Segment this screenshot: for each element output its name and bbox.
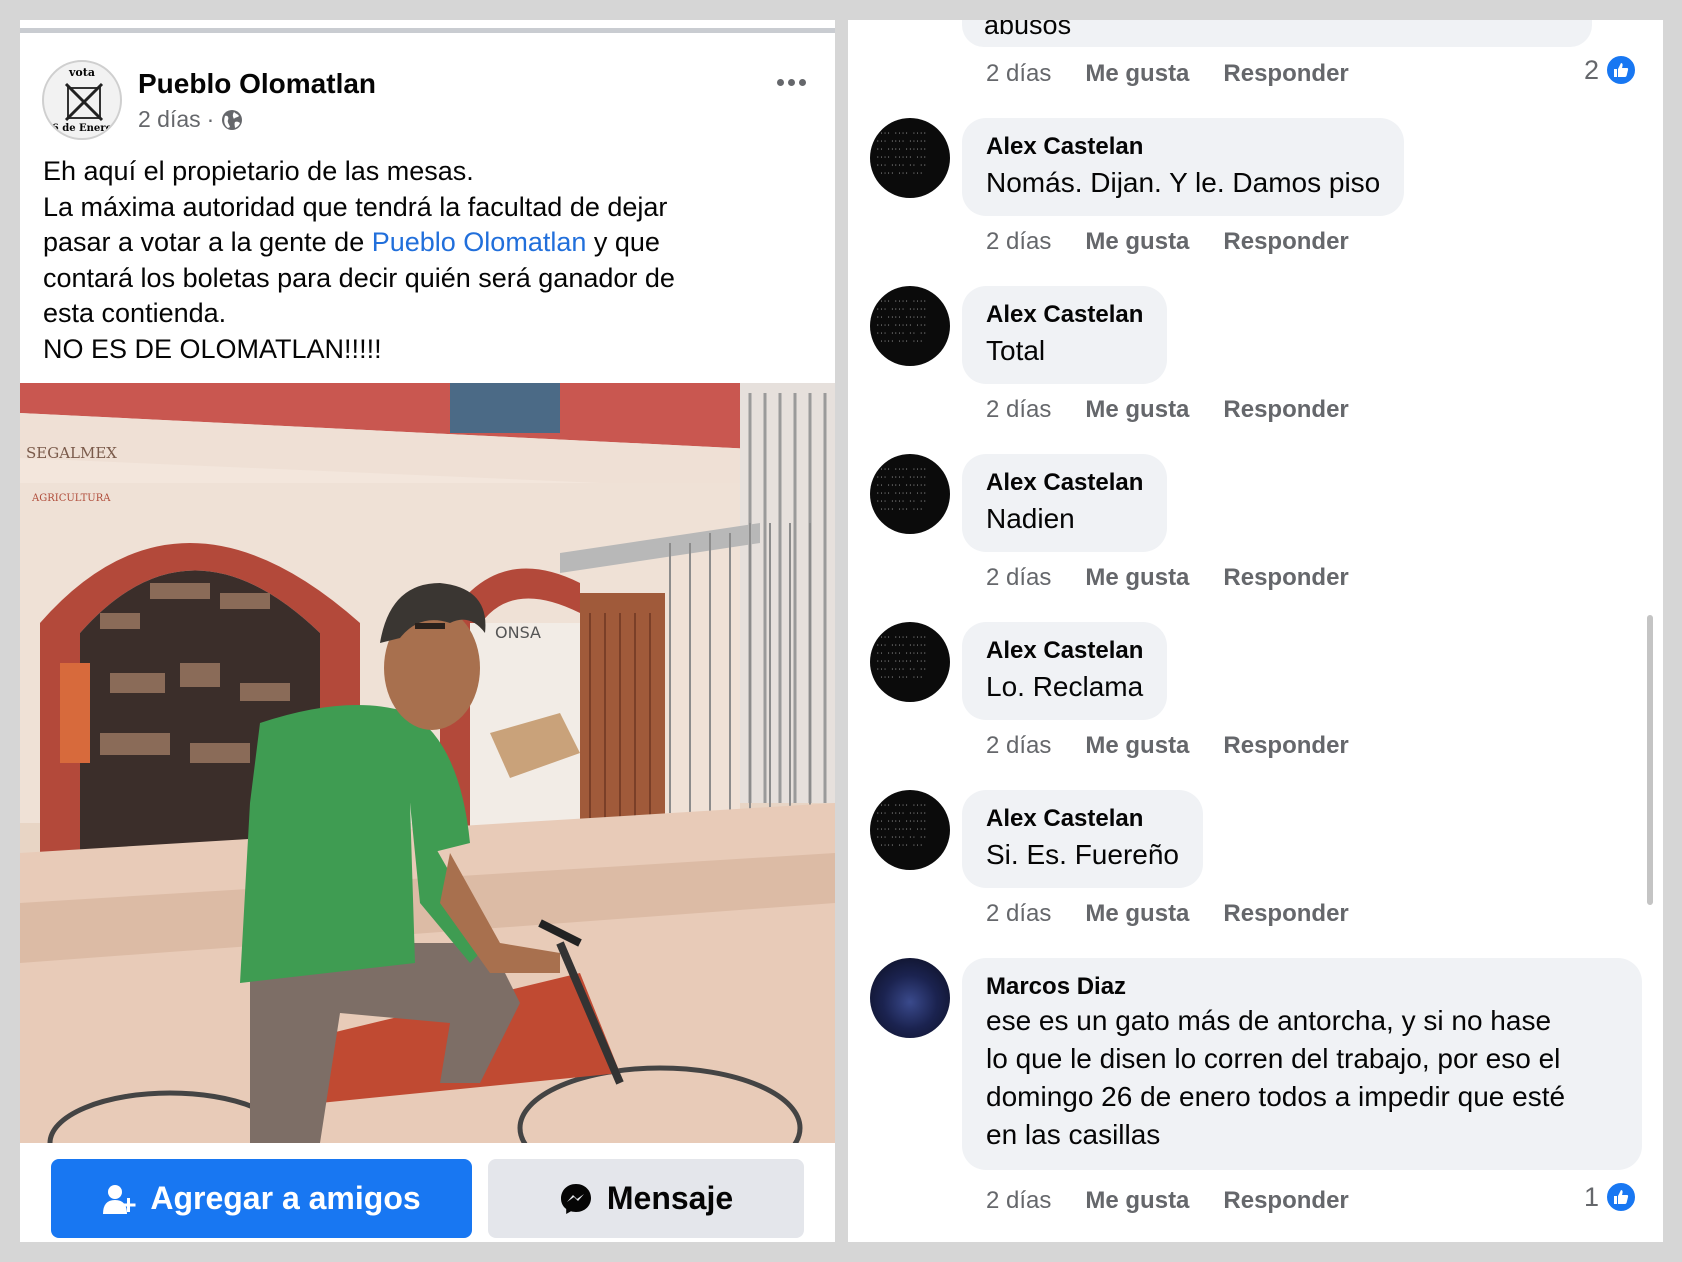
comment-time[interactable]: 2 días	[986, 1187, 1051, 1215]
comment-actions: 2 días Me gusta Responder	[986, 564, 1349, 592]
post-card: vota 6 de Enero Pueblo Olomatlan 2 días …	[20, 20, 835, 1242]
comment-text-line: ese es un gato más de antorcha, y si no …	[986, 1005, 1552, 1036]
comment-time[interactable]: 2 días	[986, 732, 1051, 760]
comment-text-line: en las casillas	[986, 1119, 1161, 1150]
post-text-line: contará los boletas para decir quién ser…	[43, 262, 675, 293]
comment-text: Total	[986, 335, 1046, 366]
comment-text: Lo. Reclama	[986, 671, 1144, 702]
like-comment-button[interactable]: Me gusta	[1085, 1187, 1189, 1215]
commenter-avatar[interactable]: ···· ···· ···· ··· ···· ····· ·· ···· ··…	[870, 118, 950, 198]
post-photo[interactable]: SEGALMEX AGRICULTURA ONSA	[20, 383, 835, 1143]
comment-time[interactable]: 2 días	[986, 900, 1051, 928]
page-avatar[interactable]: vota 6 de Enero	[42, 60, 122, 140]
comment-bubble: Alex Castelan Nadien	[962, 454, 1168, 552]
comment-text-partial: abusos	[984, 20, 1072, 40]
photo-sign-3: ONSA	[495, 623, 541, 642]
reply-comment-button[interactable]: Responder	[1223, 564, 1348, 592]
post-text-line: NO ES DE OLOMATLAN!!!!!	[43, 333, 382, 364]
comment-text: Si. Es. Fuereño	[986, 839, 1179, 870]
post-text-line: pasar a votar a la gente de Pueblo Oloma…	[43, 225, 823, 261]
photo-sign-1: SEGALMEX	[26, 444, 117, 462]
comment-actions: 2 días Me gusta Responder	[986, 228, 1349, 256]
message-label: Mensaje	[606, 1180, 734, 1216]
avatar-logo-text-bottom: 6 de Enero	[51, 123, 113, 134]
comment-bubble: Alex Castelan Nomás. Dijan. Y le. Damos …	[962, 118, 1405, 216]
thumbs-up-icon	[1605, 1181, 1637, 1213]
comment-author[interactable]: Marcos Diaz	[986, 972, 1618, 1002]
add-friend-button[interactable]: Agregar a amigos	[51, 1159, 472, 1238]
page-name[interactable]: Pueblo Olomatlan	[138, 68, 376, 100]
add-person-icon	[103, 1184, 136, 1214]
comment-text-line: domingo 26 de enero todos a impedir que …	[986, 1081, 1566, 1112]
comment-text: ese es un gato más de antorcha, y si no …	[986, 1002, 1618, 1154]
like-comment-button[interactable]: Me gusta	[1085, 396, 1189, 424]
post-text-fragment: y que	[586, 227, 660, 258]
comment-author[interactable]: Alex Castelan	[986, 300, 1143, 330]
post-time[interactable]: 2 días	[138, 106, 201, 133]
comment-reactions[interactable]: 1	[1584, 1181, 1637, 1213]
comment-actions: 2 días Me gusta Responder	[986, 900, 1349, 928]
comment-bubble: Alex Castelan Si. Es. Fuereño	[962, 790, 1203, 888]
ballot-cross-icon	[64, 82, 104, 122]
comment-author[interactable]: Alex Castelan	[986, 804, 1179, 834]
comment-author[interactable]: Alex Castelan	[986, 132, 1380, 162]
page-mention-link[interactable]: Pueblo Olomatlan	[372, 227, 587, 257]
thumbs-up-icon	[1605, 54, 1637, 86]
comment-actions: 2 días Me gusta Responder	[986, 396, 1349, 424]
comment-bubble: Alex Castelan Lo. Reclama	[962, 622, 1168, 720]
commenter-avatar[interactable]: ···· ···· ···· ··· ···· ····· ·· ···· ··…	[870, 454, 950, 534]
like-comment-button[interactable]: Me gusta	[1085, 732, 1189, 760]
comment-actions: 2 días Me gusta Responder	[986, 60, 1349, 88]
meta-separator: ·	[206, 106, 215, 132]
reply-comment-button[interactable]: Responder	[1223, 900, 1348, 928]
commenter-avatar[interactable]: ···· ···· ···· ··· ···· ····· ·· ···· ··…	[870, 286, 950, 366]
messenger-icon	[560, 1183, 591, 1214]
comment-actions: 2 días Me gusta Responder	[986, 1187, 1349, 1215]
avatar-logo-text-top: vota	[69, 66, 95, 79]
post-text-line: esta contienda.	[43, 298, 227, 329]
reaction-count: 2	[1583, 54, 1599, 85]
comment-text: Nomás. Dijan. Y le. Damos piso	[986, 167, 1381, 198]
comment-bubble: Marcos Diaz ese es un gato más de antorc…	[962, 958, 1642, 1170]
comment-author[interactable]: Alex Castelan	[986, 636, 1143, 666]
comment-reactions[interactable]: 2	[1584, 54, 1637, 86]
post-text: Eh aquí el propietario de las mesas. La …	[43, 154, 823, 368]
reply-comment-button[interactable]: Responder	[1223, 1187, 1348, 1215]
comment-time[interactable]: 2 días	[986, 396, 1051, 424]
comment-text: Nadien	[986, 503, 1075, 534]
top-divider	[20, 28, 835, 33]
comment-text-line: lo que le disen lo corren del trabajo, p…	[986, 1043, 1561, 1074]
post-meta: 2 días ·	[138, 106, 244, 133]
commenter-avatar[interactable]	[870, 958, 950, 1038]
reply-comment-button[interactable]: Responder	[1223, 396, 1348, 424]
globe-icon[interactable]	[220, 108, 244, 132]
post-text-fragment: pasar a votar a la gente de	[43, 227, 372, 258]
comment-author[interactable]: Alex Castelan	[986, 468, 1143, 498]
comment-bubble: Alex Castelan Total	[962, 286, 1168, 384]
photo-illustration: SEGALMEX AGRICULTURA ONSA	[20, 383, 835, 1143]
commenter-avatar[interactable]: ···· ···· ···· ··· ···· ····· ·· ···· ··…	[870, 790, 950, 870]
reply-comment-button[interactable]: Responder	[1223, 732, 1348, 760]
post-text-line: La máxima autoridad que tendrá la facult…	[43, 191, 668, 222]
comment-time[interactable]: 2 días	[986, 564, 1051, 592]
add-friend-label: Agregar a amigos	[150, 1180, 421, 1216]
comment-time[interactable]: 2 días	[986, 228, 1051, 256]
comment-time[interactable]: 2 días	[986, 60, 1051, 88]
like-comment-button[interactable]: Me gusta	[1085, 228, 1189, 256]
like-comment-button[interactable]: Me gusta	[1085, 60, 1189, 88]
photo-sign-2: AGRICULTURA	[31, 493, 111, 504]
like-comment-button[interactable]: Me gusta	[1085, 900, 1189, 928]
reply-comment-button[interactable]: Responder	[1223, 228, 1348, 256]
scrollbar-thumb[interactable]	[1647, 615, 1653, 905]
like-comment-button[interactable]: Me gusta	[1085, 564, 1189, 592]
comments-panel[interactable]: abusos 2 días Me gusta Responder 2 ···· …	[848, 20, 1663, 1242]
more-options-icon[interactable]	[772, 72, 810, 92]
comment-actions: 2 días Me gusta Responder	[986, 732, 1349, 760]
reaction-count: 1	[1583, 1181, 1599, 1212]
commenter-avatar[interactable]: ···· ···· ···· ··· ···· ····· ·· ···· ··…	[870, 622, 950, 702]
post-text-line: Eh aquí el propietario de las mesas.	[43, 156, 474, 186]
reply-comment-button[interactable]: Responder	[1223, 60, 1348, 88]
comment-bubble-partial: abusos	[962, 20, 1592, 47]
message-button[interactable]: Mensaje	[488, 1159, 804, 1238]
